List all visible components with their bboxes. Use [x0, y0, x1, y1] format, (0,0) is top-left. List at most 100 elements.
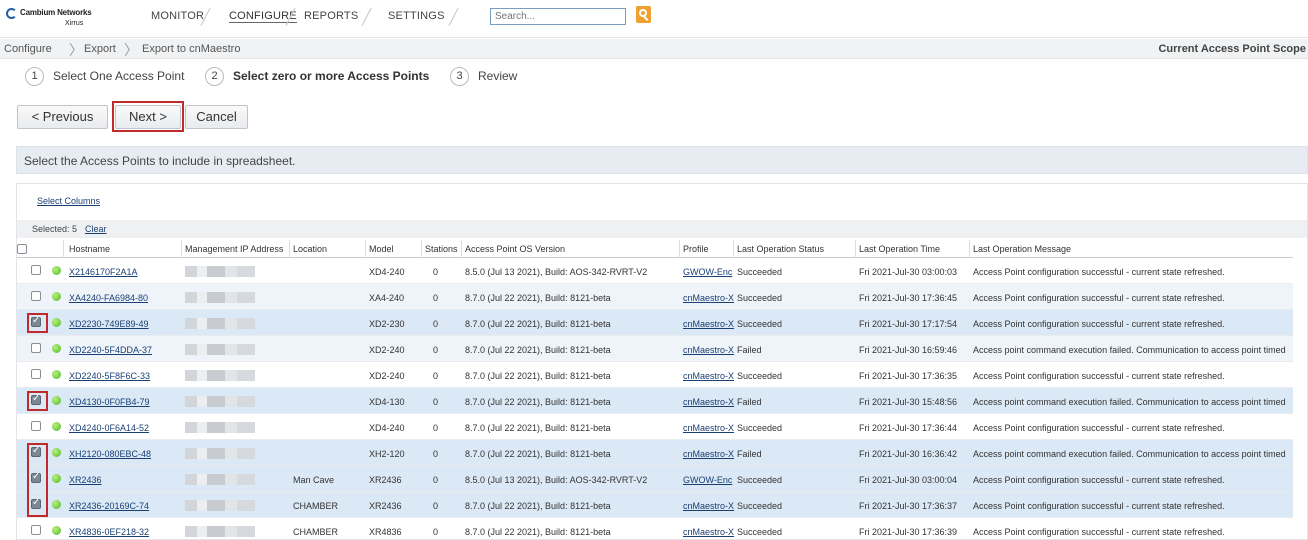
select-all-checkbox[interactable]: [17, 244, 27, 254]
ip-redacted: [185, 396, 255, 407]
cell-message: Access Point configuration successful - …: [973, 293, 1225, 303]
cell-profile[interactable]: GWOW-Enc: [683, 267, 735, 277]
ip-redacted: [185, 474, 255, 485]
cell-profile[interactable]: cnMaestro-X: [683, 319, 735, 329]
table-row[interactable]: XD2230-749E89-49 XD2-230 0 8.7.0 (Jul 22 20…: [17, 310, 1293, 336]
cell-profile[interactable]: cnMaestro-X: [683, 501, 735, 511]
nav-settings[interactable]: SETTINGS: [388, 10, 445, 22]
col-hostname[interactable]: Hostname: [69, 244, 110, 254]
col-message[interactable]: Last Operation Message: [973, 244, 1071, 254]
cell-message: Access point command execution failed. C…: [973, 397, 1286, 407]
selection-summary: Selected: 5 Clear: [17, 220, 1307, 238]
cancel-button[interactable]: Cancel: [185, 105, 248, 129]
cell-profile[interactable]: GWOW-Enc: [683, 475, 735, 485]
breadcrumb-export[interactable]: Export: [84, 43, 116, 55]
table-row[interactable]: XH2120-080EBC-48 XH2-120 0 8.7.0 (Jul 22 20…: [17, 440, 1293, 466]
row-checkbox[interactable]: [31, 291, 41, 301]
col-profile[interactable]: Profile: [683, 244, 709, 254]
table-row[interactable]: XR2436-20169C-74 CHAMBER XR2436 0 8.7.0 (Jul…: [17, 492, 1293, 518]
col-mgmt-ip[interactable]: Management IP Address: [185, 244, 283, 254]
brand-logo[interactable]: Cambium Networks Xirrus: [6, 6, 96, 34]
row-checkbox[interactable]: [31, 265, 41, 275]
cell-hostname[interactable]: XD2240-5F4DDA-37: [69, 345, 181, 355]
cell-profile[interactable]: cnMaestro-X: [683, 371, 735, 381]
col-time[interactable]: Last Operation Time: [859, 244, 940, 254]
nav-monitor[interactable]: MONITOR: [151, 10, 204, 22]
nav-reports-label: REPORTS: [304, 10, 359, 22]
table-row[interactable]: XD2240-5F8F6C-33 XD2-240 0 8.7.0 (Jul 22 20…: [17, 362, 1293, 388]
cell-model: XD2-240: [369, 345, 405, 355]
cell-profile[interactable]: cnMaestro-X: [683, 293, 735, 303]
cell-os-version: 8.7.0 (Jul 22 2021), Build: 8121-beta: [465, 527, 611, 537]
table-row[interactable]: XD2240-5F4DDA-37 XD2-240 0 8.7.0 (Jul 22 20…: [17, 336, 1293, 362]
cell-hostname[interactable]: XD2230-749E89-49: [69, 319, 181, 329]
col-location[interactable]: Location: [293, 244, 327, 254]
cell-time: Fri 2021-Jul-30 16:59:46: [859, 345, 958, 355]
cell-hostname[interactable]: XD2240-5F8F6C-33: [69, 371, 181, 381]
ip-redacted: [185, 448, 255, 459]
search-button[interactable]: [636, 6, 651, 23]
row-checkbox[interactable]: [31, 525, 41, 535]
cell-model: XD4-240: [369, 423, 405, 433]
nav-separator: ╱: [201, 9, 211, 26]
row-checkbox[interactable]: [31, 421, 41, 431]
nav-settings-label: SETTINGS: [388, 10, 445, 22]
col-os-version[interactable]: Access Point OS Version: [465, 244, 565, 254]
row-checkbox[interactable]: [31, 343, 41, 353]
breadcrumb-configure[interactable]: Configure: [4, 43, 52, 55]
cell-os-version: 8.7.0 (Jul 22 2021), Build: 8121-beta: [465, 371, 611, 381]
nav-reports[interactable]: REPORTS: [304, 10, 358, 22]
col-status[interactable]: Last Operation Status: [737, 244, 824, 254]
cell-model: XA4-240: [369, 293, 405, 303]
cell-hostname[interactable]: XR2436-20169C-74: [69, 501, 181, 511]
cell-os-version: 8.7.0 (Jul 22 2021), Build: 8121-beta: [465, 319, 611, 329]
cell-profile[interactable]: cnMaestro-X: [683, 527, 735, 537]
col-stations[interactable]: Stations: [425, 244, 458, 254]
cell-status: Failed: [737, 449, 762, 459]
nav-monitor-label: MONITOR: [151, 10, 205, 22]
cell-os-version: 8.7.0 (Jul 22 2021), Build: 8121-beta: [465, 293, 611, 303]
cell-location: CHAMBER: [293, 501, 339, 511]
row-checkbox[interactable]: [31, 369, 41, 379]
status-online-icon: [52, 526, 61, 535]
cell-time: Fri 2021-Jul-30 17:36:39: [859, 527, 958, 537]
col-model[interactable]: Model: [369, 244, 394, 254]
cell-hostname[interactable]: XH2120-080EBC-48: [69, 449, 181, 459]
cell-profile[interactable]: cnMaestro-X: [683, 345, 735, 355]
cell-message: Access Point configuration successful - …: [973, 475, 1225, 485]
cell-stations: 0: [433, 449, 439, 459]
cell-hostname[interactable]: XD4240-0F6A14-52: [69, 423, 181, 433]
nav-separator: ╱: [449, 9, 459, 26]
previous-button[interactable]: < Previous: [17, 105, 108, 129]
cell-os-version: 8.5.0 (Jul 13 2021), Build: AOS-342-RVRT…: [465, 475, 648, 485]
search-input[interactable]: [490, 8, 626, 25]
cell-os-version: 8.7.0 (Jul 22 2021), Build: 8121-beta: [465, 501, 611, 511]
cell-os-version: 8.7.0 (Jul 22 2021), Build: 8121-beta: [465, 449, 611, 459]
table-row[interactable]: X2146170F2A1A XD4-240 0 8.5.0 (Jul 13 2021)…: [17, 258, 1293, 284]
table-row[interactable]: XA4240-FA6984-80 XA4-240 0 8.7.0 (Jul 22 20…: [17, 284, 1293, 310]
cell-hostname[interactable]: XR4836-0EF218-32: [69, 527, 181, 537]
status-online-icon: [52, 344, 61, 353]
status-online-icon: [52, 396, 61, 405]
select-columns-link[interactable]: Select Columns: [37, 196, 100, 206]
checkbox-highlight: [27, 313, 48, 333]
cell-hostname[interactable]: XD4130-0F0FB4-79: [69, 397, 181, 407]
table-row[interactable]: XD4240-0F6A14-52 XD4-240 0 8.7.0 (Jul 22 20…: [17, 414, 1293, 440]
cell-profile[interactable]: cnMaestro-X: [683, 423, 735, 433]
table-row[interactable]: XD4130-0F0FB4-79 XD4-130 0 8.7.0 (Jul 22 20…: [17, 388, 1293, 414]
cell-hostname[interactable]: XA4240-FA6984-80: [69, 293, 181, 303]
cell-stations: 0: [433, 345, 439, 355]
cell-os-version: 8.5.0 (Jul 13 2021), Build: AOS-342-RVRT…: [465, 267, 648, 277]
cell-model: XD4-130: [369, 397, 405, 407]
cell-hostname[interactable]: X2146170F2A1A: [69, 267, 181, 277]
cell-profile[interactable]: cnMaestro-X: [683, 397, 735, 407]
ip-redacted: [185, 526, 255, 537]
table-row[interactable]: XR2436 Man Cave XR2436 0 8.5.0 (Jul 13 2021)…: [17, 466, 1293, 492]
cell-model: XR2436: [369, 501, 402, 511]
cell-profile[interactable]: cnMaestro-X: [683, 449, 735, 459]
clear-link[interactable]: Clear: [85, 224, 107, 234]
table-row[interactable]: XR4836-0EF218-32 CHAMBER XR4836 0 8.7.0 (Jul…: [17, 518, 1293, 540]
table-header: Hostname Management IP Address Location …: [17, 240, 1293, 258]
cell-hostname[interactable]: XR2436: [69, 475, 181, 485]
cell-time: Fri 2021-Jul-30 17:36:45: [859, 293, 958, 303]
